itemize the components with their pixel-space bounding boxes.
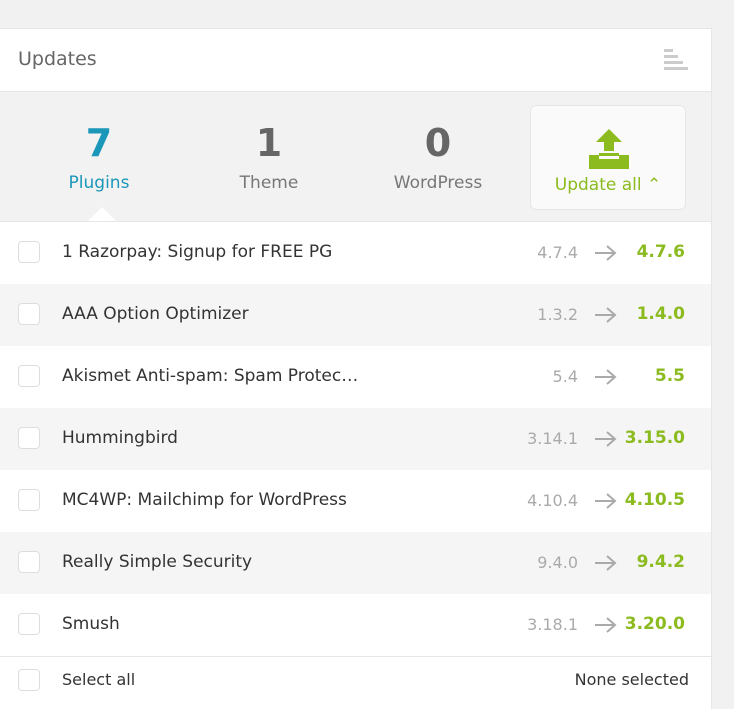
arrow-right-icon — [595, 245, 617, 261]
plugin-row: AAA Option Optimizer 1.3.2 1.4.0 — [0, 284, 711, 346]
old-version: 3.14.1 — [527, 429, 578, 448]
old-version: 4.10.4 — [527, 491, 578, 510]
update-stats: 7 Plugins 1 Theme 0 WordPress Update all… — [0, 92, 711, 222]
plugin-row: Smush 3.18.1 3.20.0 — [0, 594, 711, 656]
new-version: 9.4.2 — [636, 552, 685, 572]
plugin-name: 1 Razorpay: Signup for FREE PG — [62, 242, 333, 262]
list-footer: Select all None selected — [0, 656, 711, 697]
stat-wordpress[interactable]: 0 WordPress — [353, 124, 523, 193]
new-version: 5.5 — [654, 366, 685, 386]
new-version: 4.7.6 — [636, 242, 685, 262]
stat-theme[interactable]: 1 Theme — [184, 124, 354, 193]
plugin-checkbox[interactable] — [18, 551, 40, 573]
old-version: 4.7.4 — [537, 243, 578, 262]
old-version: 9.4.0 — [537, 553, 578, 572]
plugin-list: 1 Razorpay: Signup for FREE PG 4.7.4 4.7… — [0, 222, 711, 656]
arrow-right-icon — [595, 493, 617, 509]
list-menu-icon[interactable] — [664, 49, 688, 71]
plugin-name: Really Simple Security — [62, 552, 253, 572]
panel-title: Updates — [18, 48, 97, 70]
new-version: 4.10.5 — [624, 490, 685, 510]
arrow-right-icon — [595, 369, 617, 385]
upload-icon — [589, 129, 629, 169]
plugins-count: 7 — [85, 121, 113, 165]
arrow-right-icon — [595, 617, 617, 633]
selection-status: None selected — [574, 670, 689, 689]
plugin-row: 1 Razorpay: Signup for FREE PG 4.7.4 4.7… — [0, 222, 711, 284]
select-all-label[interactable]: Select all — [62, 670, 135, 689]
plugin-row: MC4WP: Mailchimp for WordPress 4.10.4 4.… — [0, 470, 711, 532]
plugin-row: Really Simple Security 9.4.0 9.4.2 — [0, 532, 711, 594]
arrow-right-icon — [595, 307, 617, 323]
plugin-name: AAA Option Optimizer — [62, 304, 249, 324]
new-version: 3.20.0 — [624, 614, 685, 634]
plugin-checkbox[interactable] — [18, 427, 40, 449]
arrow-right-icon — [595, 555, 617, 571]
panel-header: Updates — [0, 29, 711, 92]
plugin-name: Hummingbird — [62, 428, 178, 448]
select-all-checkbox[interactable] — [18, 669, 40, 691]
wordpress-label: WordPress — [393, 173, 483, 193]
wordpress-count: 0 — [424, 121, 452, 165]
plugin-checkbox[interactable] — [18, 613, 40, 635]
theme-count: 1 — [255, 121, 283, 165]
plugin-row: Hummingbird 3.14.1 3.15.0 — [0, 408, 711, 470]
old-version: 5.4 — [552, 367, 578, 386]
new-version: 1.4.0 — [636, 304, 685, 324]
active-tab-pointer — [88, 207, 116, 221]
new-version: 3.15.0 — [624, 428, 685, 448]
plugins-label: Plugins — [68, 173, 130, 193]
theme-label: Theme — [239, 173, 299, 193]
update-all-button[interactable]: Update all ⌃ — [530, 105, 686, 210]
plugin-checkbox[interactable] — [18, 303, 40, 325]
plugin-row: Akismet Anti-spam: Spam Protec… 5.4 5.5 — [0, 346, 711, 408]
plugin-name: Smush — [62, 614, 120, 634]
arrow-right-icon — [595, 431, 617, 447]
plugin-name: MC4WP: Mailchimp for WordPress — [62, 490, 347, 510]
update-all-label: Update all ⌃ — [554, 175, 662, 195]
old-version: 3.18.1 — [527, 615, 578, 634]
plugin-checkbox[interactable] — [18, 489, 40, 511]
stat-plugins[interactable]: 7 Plugins — [14, 124, 184, 193]
old-version: 1.3.2 — [537, 305, 578, 324]
plugin-name: Akismet Anti-spam: Spam Protec… — [62, 366, 359, 386]
updates-panel: Updates 7 Plugins 1 Theme 0 WordPress Up… — [0, 28, 712, 709]
plugin-checkbox[interactable] — [18, 365, 40, 387]
plugin-checkbox[interactable] — [18, 241, 40, 263]
